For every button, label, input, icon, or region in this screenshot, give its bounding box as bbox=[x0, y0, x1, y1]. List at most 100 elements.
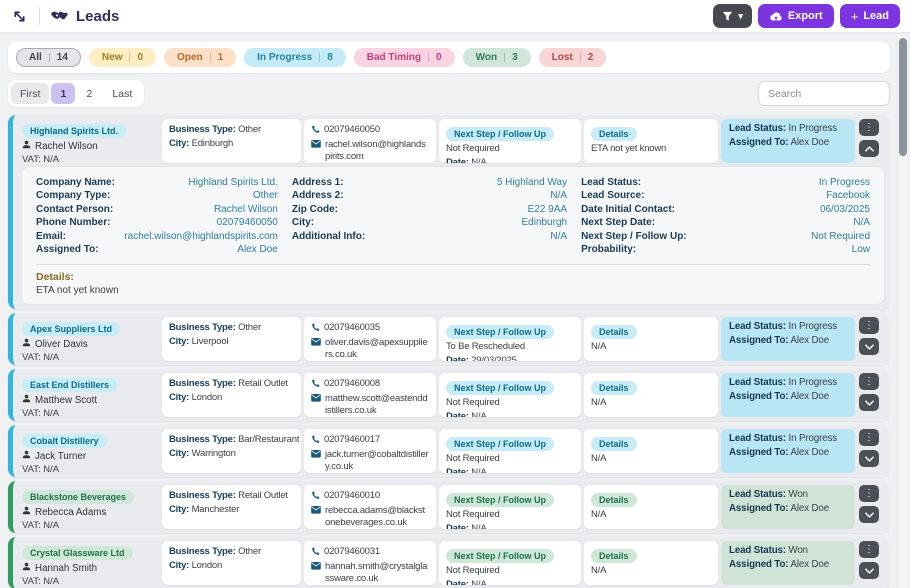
company-badge: Apex Suppliers Ltd bbox=[22, 322, 120, 336]
pagination-page-2[interactable]: 2 bbox=[77, 83, 101, 104]
tab-label: Won bbox=[476, 52, 497, 63]
business-box: Business Type: Retail Outlet City: Manch… bbox=[162, 485, 301, 529]
card-actions: ⋮ bbox=[858, 317, 880, 361]
company-column: Crystal Glassware Ltd Hannah Smith VAT: … bbox=[13, 541, 159, 585]
company-badge: Crystal Glassware Ltd bbox=[22, 546, 133, 560]
tab-count: 8 bbox=[327, 52, 333, 63]
tab-open[interactable]: Open1 bbox=[164, 48, 236, 67]
more-button[interactable]: ⋮ bbox=[859, 119, 879, 136]
kebab-icon: ⋮ bbox=[864, 545, 874, 555]
more-button[interactable]: ⋮ bbox=[859, 373, 879, 390]
chevron-down-icon bbox=[865, 512, 874, 518]
envelope-icon bbox=[311, 338, 321, 350]
tab-count: 1 bbox=[218, 52, 224, 63]
details-box: Details N/A bbox=[584, 373, 718, 417]
details-value: ETA not yet known bbox=[591, 143, 711, 154]
more-button[interactable]: ⋮ bbox=[859, 541, 879, 558]
next-step-badge: Next Step / Follow Up bbox=[446, 549, 554, 563]
scrollbar-track bbox=[897, 36, 907, 588]
card-actions: ⋮ bbox=[858, 373, 880, 417]
expand-card-button[interactable] bbox=[859, 450, 879, 467]
details-badge: Details bbox=[591, 437, 637, 451]
pagination-first[interactable]: First bbox=[11, 83, 49, 104]
next-step-badge: Next Step / Follow Up bbox=[446, 437, 554, 451]
next-step-badge: Next Step / Follow Up bbox=[446, 493, 554, 507]
next-step-box: Next Step / Follow Up Not Required Date:… bbox=[439, 119, 581, 163]
tab-label: New bbox=[102, 52, 123, 63]
lead-card: Highland Spirits Ltd. Rachel Wilson VAT:… bbox=[8, 115, 890, 309]
vat-label: VAT: bbox=[22, 154, 41, 163]
toolbar-row: First 1 2 Last bbox=[8, 80, 890, 107]
scrollbar-thumb[interactable] bbox=[899, 38, 907, 156]
lead-card: Crystal Glassware Ltd Hannah Smith VAT: … bbox=[8, 537, 890, 588]
pagination-last[interactable]: Last bbox=[103, 83, 141, 104]
city-value: Edinburgh bbox=[192, 138, 234, 149]
tab-label: Bad Timing bbox=[367, 52, 421, 63]
contact-box: 02079460050 rachel.wilson@highlandspirit… bbox=[304, 119, 436, 163]
contact-name: Hannah Smith bbox=[35, 563, 97, 574]
details-box: Details N/A bbox=[584, 541, 718, 585]
person-icon bbox=[22, 450, 31, 462]
company-column: Apex Suppliers Ltd Oliver Davis VAT: N/A bbox=[13, 317, 159, 361]
details-badge: Details bbox=[591, 381, 637, 395]
lead-card: East End Distillers Matthew Scott VAT: N… bbox=[8, 369, 890, 421]
phone-icon bbox=[311, 491, 320, 503]
envelope-icon bbox=[311, 140, 321, 152]
contact-box: 02079460031 hannah.smith@crystalglasswar… bbox=[304, 541, 436, 585]
contact-name: Matthew Scott bbox=[35, 395, 97, 406]
tab-all[interactable]: All14 bbox=[16, 48, 81, 67]
tab-count: 14 bbox=[57, 52, 68, 63]
details-badge: Details bbox=[591, 127, 637, 141]
business-box: Business Type: Other City: Edinburgh bbox=[162, 119, 301, 163]
more-button[interactable]: ⋮ bbox=[859, 485, 879, 502]
pill-divider bbox=[428, 53, 429, 62]
pill-divider bbox=[504, 53, 505, 62]
more-button[interactable]: ⋮ bbox=[859, 429, 879, 446]
kebab-icon: ⋮ bbox=[864, 489, 874, 499]
details-box: Details N/A bbox=[584, 485, 718, 529]
next-step-box: Next Step / Follow Up Not Required Date:… bbox=[439, 429, 581, 473]
pagination-page-1[interactable]: 1 bbox=[51, 83, 75, 104]
pill-divider bbox=[580, 53, 581, 62]
company-badge: East End Distillers bbox=[22, 378, 117, 392]
date-value: N/A bbox=[471, 157, 486, 163]
tab-new[interactable]: New0 bbox=[89, 48, 156, 67]
envelope-icon bbox=[311, 450, 321, 462]
company-column: Highland Spirits Ltd. Rachel Wilson VAT:… bbox=[13, 119, 159, 163]
pill-divider bbox=[49, 53, 50, 62]
tab-won[interactable]: Won3 bbox=[463, 48, 531, 67]
expand-card-button[interactable] bbox=[859, 562, 879, 579]
assigned-to-value: Alex Doe bbox=[791, 137, 830, 148]
lead-detail-panel: Company Name:Highland Spirits Ltd. Compa… bbox=[21, 166, 885, 305]
search-input[interactable] bbox=[758, 81, 890, 106]
company-column: Cobalt Distillery Jack Turner VAT: N/A bbox=[13, 429, 159, 473]
kebab-icon: ⋮ bbox=[864, 377, 874, 387]
tab-bad-timing[interactable]: Bad Timing0 bbox=[354, 48, 455, 67]
divider bbox=[39, 7, 40, 25]
add-lead-button[interactable]: + Lead bbox=[840, 4, 900, 28]
person-icon bbox=[22, 506, 31, 518]
filter-dropdown-button[interactable]: ▾ bbox=[713, 4, 752, 28]
contact-name: Oliver Davis bbox=[35, 339, 88, 350]
card-actions: ⋮ bbox=[858, 119, 880, 163]
person-icon bbox=[22, 140, 31, 152]
panel-divider bbox=[36, 264, 870, 265]
envelope-icon bbox=[311, 394, 321, 406]
expand-card-button[interactable] bbox=[859, 338, 879, 355]
tab-in-progress[interactable]: In Progress8 bbox=[244, 48, 346, 67]
company-column: Blackstone Beverages Rebecca Adams VAT: … bbox=[13, 485, 159, 529]
expand-card-button[interactable] bbox=[859, 506, 879, 523]
pill-divider bbox=[210, 53, 211, 62]
card-actions: ⋮ bbox=[858, 541, 880, 585]
collapse-sidebar-button[interactable] bbox=[10, 7, 29, 26]
expand-card-button[interactable] bbox=[859, 394, 879, 411]
tab-count: 2 bbox=[588, 52, 594, 63]
person-icon bbox=[22, 338, 31, 350]
more-button[interactable]: ⋮ bbox=[859, 317, 879, 334]
business-type-value: Other bbox=[238, 124, 261, 135]
export-button[interactable]: Export bbox=[758, 4, 834, 28]
tab-lost[interactable]: Lost2 bbox=[539, 48, 607, 67]
kebab-icon: ⋮ bbox=[864, 123, 874, 133]
envelope-icon bbox=[311, 562, 321, 574]
collapse-card-button[interactable] bbox=[859, 140, 879, 157]
